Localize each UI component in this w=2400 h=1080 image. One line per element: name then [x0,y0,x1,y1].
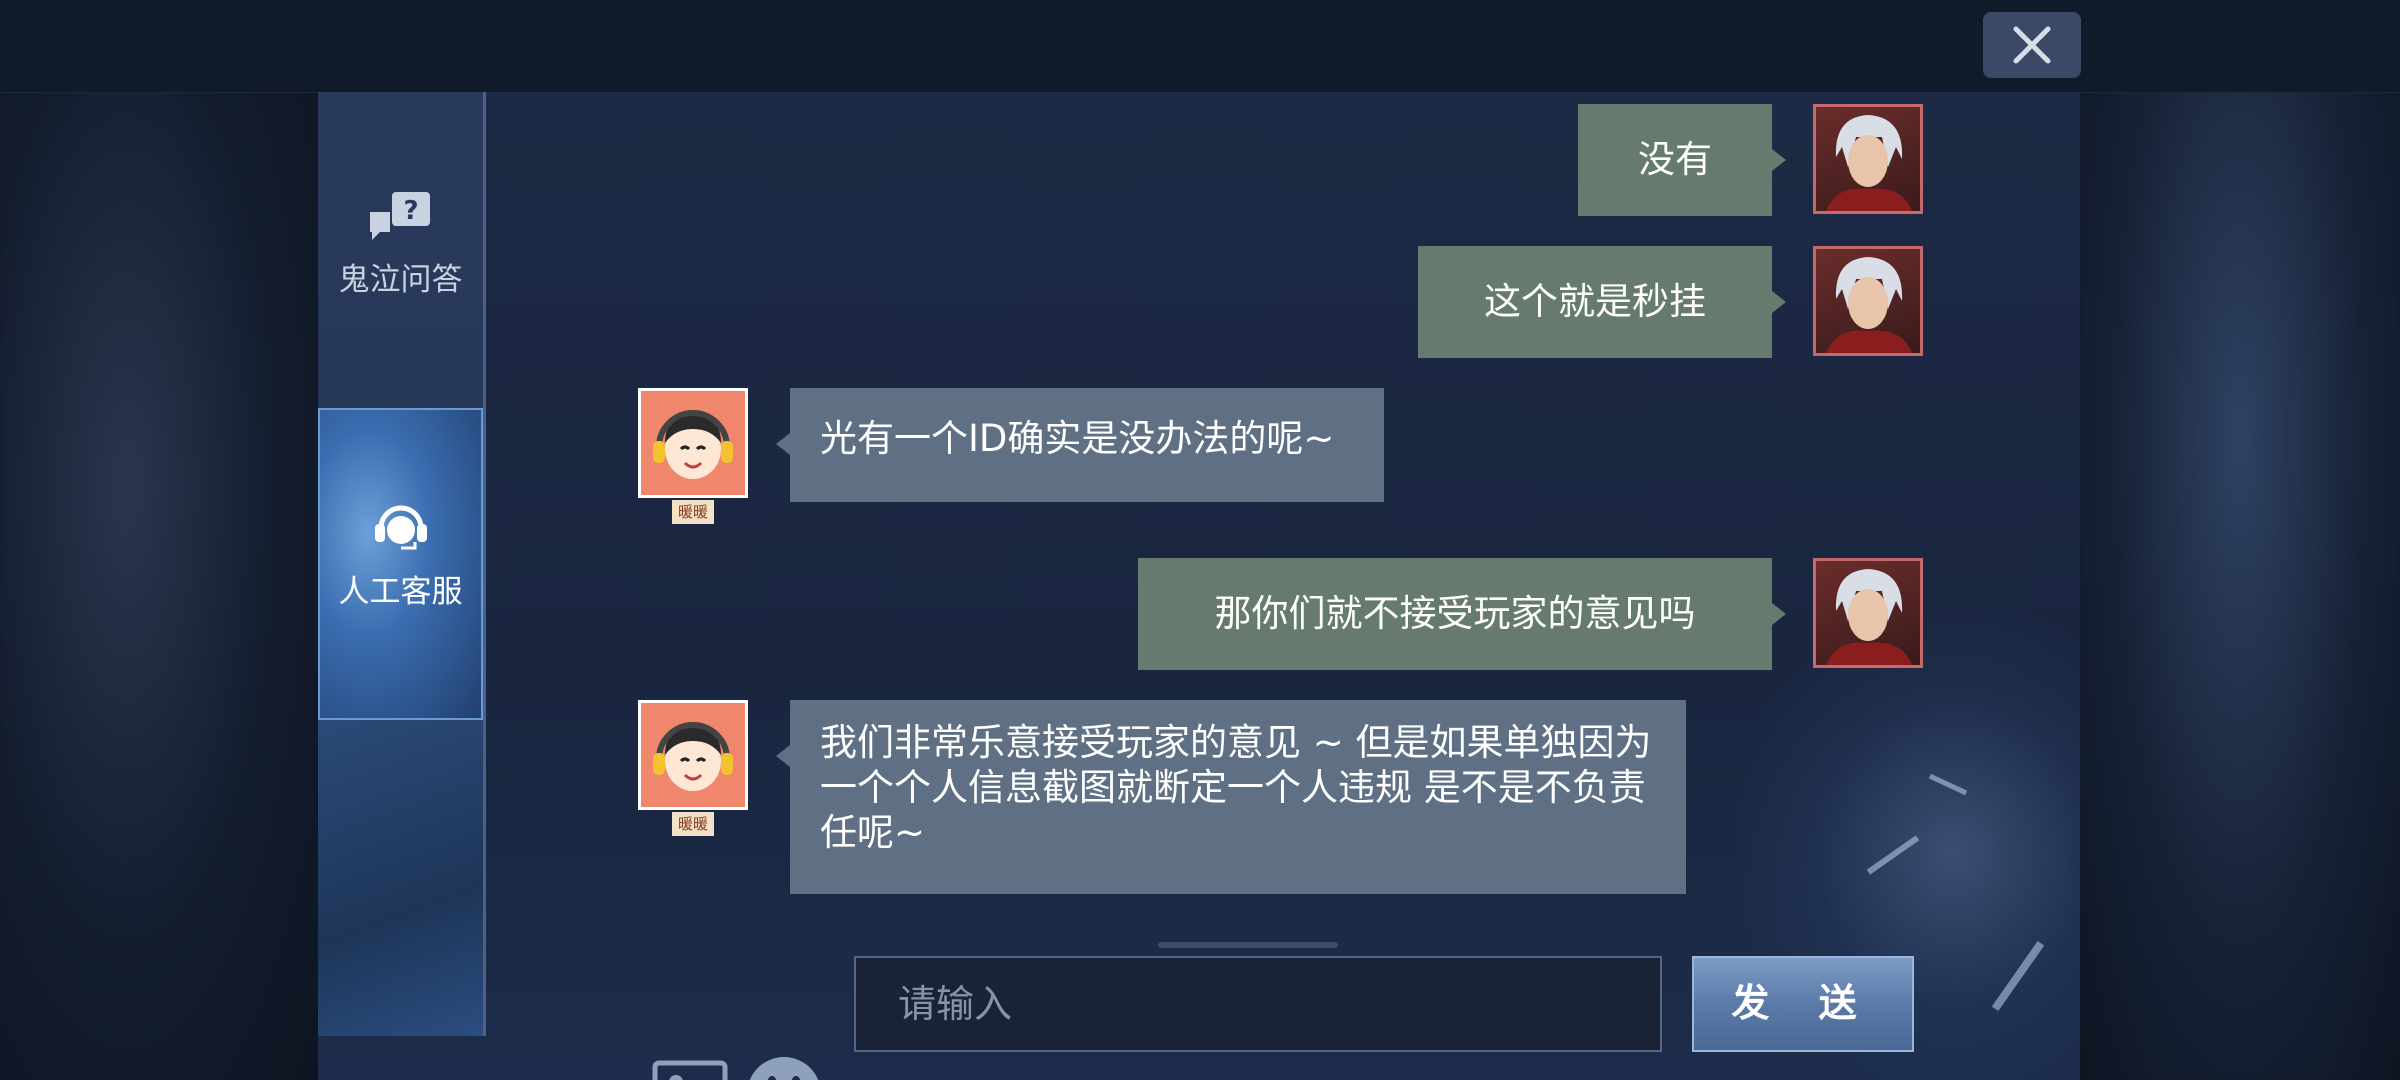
user-avatar [1813,246,1923,356]
user-avatar [1813,558,1923,668]
headset-icon [374,505,427,550]
bubble-tail [1772,291,1786,313]
avatar-portrait [1826,569,1912,665]
agent-name-tag: 暖暖 [672,812,714,836]
question-chat-icon: ? [369,192,430,240]
message-input[interactable]: 请输入 [854,956,1662,1052]
bubble-tail [1772,603,1786,625]
top-bar [0,0,2400,93]
image-button[interactable] [652,1060,728,1080]
sidebar-item-qa[interactable]: ? 鬼泣问答 [318,192,483,302]
image-icon [652,1060,728,1080]
user-avatar [1813,104,1923,214]
bubble-tail [776,433,790,455]
background-left [0,92,318,1080]
sidebar-item-label: 人工客服 [338,574,463,610]
agent-avatar [638,388,748,498]
bubble-tail [1772,149,1786,171]
sidebar: ? 鬼泣问答 人工客服 [318,92,486,1036]
chat-panel: ? 鬼泣问答 人工客服 没有 这个就是秒挂 暖暖 光有一个ID确实是没办法的呢~… [318,92,2080,1080]
message-bubble: 这个就是秒挂 [1418,246,1772,358]
svg-text:?: ? [403,196,418,226]
message-bubble: 光有一个ID确实是没办法的呢~ [790,388,1384,502]
send-button[interactable]: 发 送 [1692,956,1914,1052]
sidebar-item-customer-service[interactable]: 人工客服 [318,408,483,720]
close-icon [2013,26,2051,64]
agent-portrait [653,410,733,479]
background-right [2080,92,2400,1080]
message-bubble: 我们非常乐意接受玩家的意见 ~ 但是如果单独因为一个个人信息截图就断定一个人违规… [790,700,1686,894]
emoji-icon [749,1057,819,1080]
bubble-tail [776,745,790,767]
avatar-portrait [1826,115,1912,211]
emoji-button[interactable] [744,1054,824,1080]
sidebar-item-label: 鬼泣问答 [338,262,463,298]
message-bubble: 那你们就不接受玩家的意见吗 [1138,558,1772,670]
agent-avatar [638,700,748,810]
avatar-portrait [1826,257,1912,353]
message-bubble: 没有 [1578,104,1772,216]
close-button[interactable] [1983,12,2081,78]
agent-portrait [653,722,733,791]
agent-name-tag: 暖暖 [672,500,714,524]
